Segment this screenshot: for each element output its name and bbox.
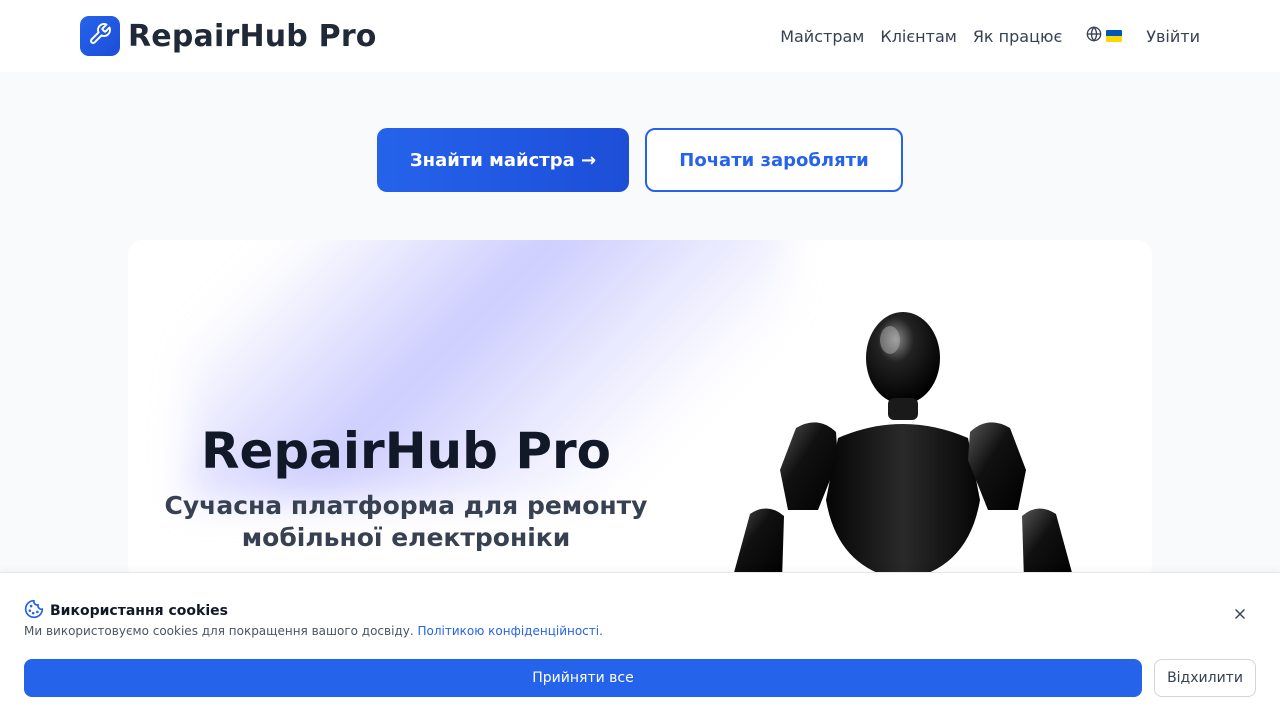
cookie-icon xyxy=(24,599,44,623)
cookie-title: Використання cookies xyxy=(50,603,228,619)
accept-all-button[interactable]: Прийняти все xyxy=(24,659,1142,697)
nav-item-how-it-works[interactable]: Як працює xyxy=(973,27,1062,46)
globe-icon xyxy=(1086,26,1102,46)
reject-button[interactable]: Відхилити xyxy=(1154,659,1256,697)
login-link[interactable]: Увійти xyxy=(1146,27,1200,46)
start-earning-button[interactable]: Почати заробляти xyxy=(645,128,903,192)
logo[interactable] xyxy=(80,16,120,56)
hero-card: RepairHub Pro Сучасна платформа для ремо… xyxy=(128,240,1152,580)
cookie-banner: Використання cookies Ми використовуємо c… xyxy=(0,572,1280,720)
cookie-text: Ми використовуємо cookies для покращення… xyxy=(24,624,603,638)
main-nav: Майстрам Клієнтам Як працює Увійти xyxy=(780,26,1200,46)
cookie-description: Ми використовуємо cookies для покращення… xyxy=(24,624,414,638)
language-switcher[interactable] xyxy=(1086,26,1123,46)
find-master-button[interactable]: Знайти майстра → xyxy=(377,128,629,192)
robot-illustration xyxy=(732,312,1074,580)
privacy-policy-link[interactable]: Політикою конфіденційності. xyxy=(417,624,602,638)
hero-title: RepairHub Pro xyxy=(200,422,612,480)
cookie-header: Використання cookies xyxy=(24,599,228,623)
hero-subtitle: Сучасна платформа для ремонту мобільної … xyxy=(164,491,648,552)
close-icon xyxy=(1233,606,1247,625)
nav-item-masters[interactable]: Майстрам xyxy=(780,27,864,46)
ukraine-flag-icon xyxy=(1106,30,1123,42)
wrench-icon xyxy=(88,22,112,50)
header: RepairHub Pro Майстрам Клієнтам Як працю… xyxy=(0,0,1280,72)
nav-item-clients[interactable]: Клієнтам xyxy=(880,27,956,46)
brand-name[interactable]: RepairHub Pro xyxy=(128,19,377,54)
close-cookie-button[interactable] xyxy=(1228,603,1252,627)
